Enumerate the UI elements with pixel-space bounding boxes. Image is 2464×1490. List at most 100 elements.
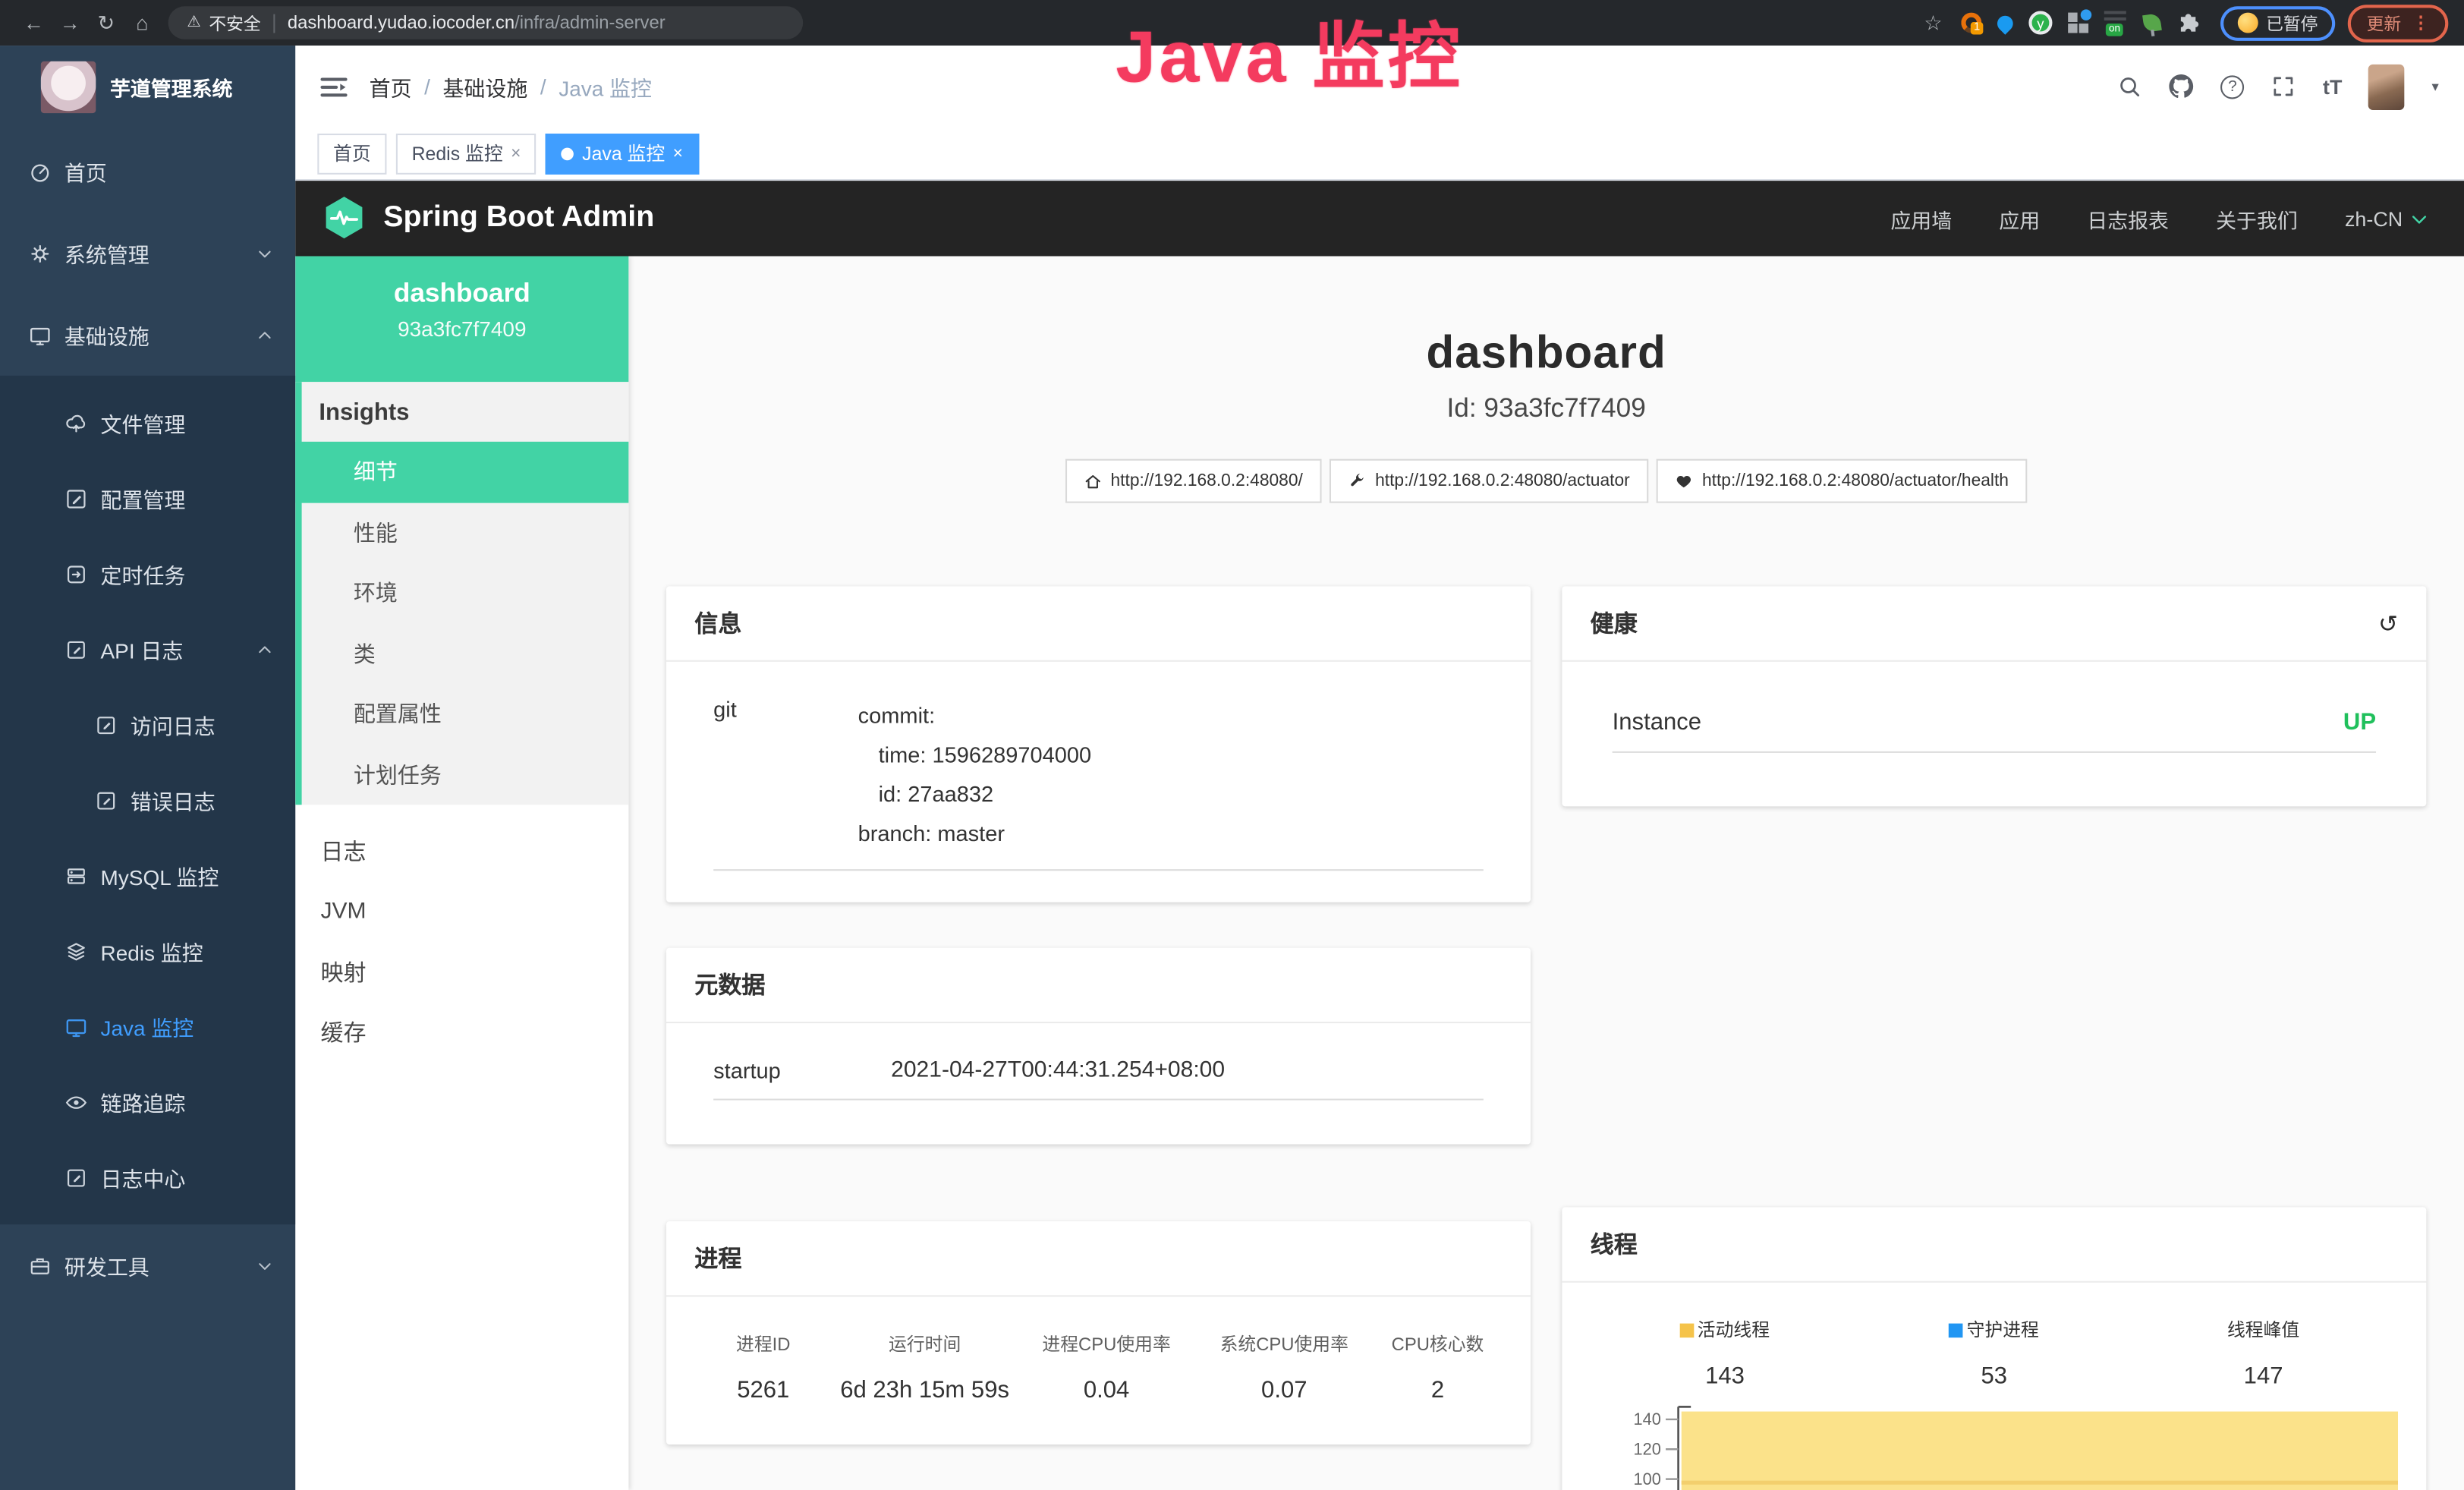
sba-nav-journal[interactable]: 日志报表	[2087, 203, 2169, 233]
active-dot-icon	[562, 147, 574, 160]
sba-item-logs[interactable]: 日志	[295, 821, 628, 881]
sidebar-item-system-management[interactable]: 系统管理	[0, 213, 295, 295]
server-icon	[65, 864, 88, 887]
sidebar-item-config-management[interactable]: 配置管理	[0, 461, 295, 536]
browser-back-icon[interactable]: ←	[16, 0, 52, 46]
sidebar-item-infrastructure[interactable]: 基础设施	[0, 294, 295, 376]
instance-name: dashboard	[295, 279, 628, 310]
sidebar-item-dev-tools[interactable]: 研发工具	[0, 1224, 295, 1306]
help-icon[interactable]: ?	[2220, 74, 2244, 98]
sba-item-environment[interactable]: 环境	[295, 562, 628, 623]
extension-on-badge: on	[2106, 24, 2123, 36]
extension-pin-icon[interactable]	[1994, 11, 2016, 33]
extension-switch-icon[interactable]: on	[2104, 11, 2128, 34]
sidebar-item-label: 链路追踪	[101, 1086, 186, 1117]
system-cpu-value: 0.07	[1195, 1377, 1373, 1403]
breadcrumb-infrastructure[interactable]: 基础设施	[442, 71, 527, 102]
sidebar-item-log-center[interactable]: 日志中心	[0, 1139, 295, 1214]
sba-item-caches[interactable]: 缓存	[295, 1002, 628, 1063]
sba-item-classes[interactable]: 类	[295, 623, 628, 684]
paused-badge-label: 已暂停	[2266, 10, 2318, 35]
sidebar-item-api-logs[interactable]: API 日志	[0, 612, 295, 687]
extension-leaf-icon[interactable]	[2142, 13, 2162, 33]
sidebar-item-mysql-monitor[interactable]: MySQL 监控	[0, 838, 295, 913]
sba-nav-applications[interactable]: 应用	[1999, 203, 2040, 233]
kebab-menu-icon[interactable]: ⋮	[2412, 13, 2430, 33]
live-threads-label[interactable]: 活动线程	[1698, 1322, 1770, 1341]
browser-forward-icon[interactable]: →	[52, 0, 88, 46]
tab-java-monitor[interactable]: Java 监控 ×	[546, 133, 699, 174]
sba-sidebar: dashboard 93a3fc7f7409 Insights 细节 性能 环境…	[295, 257, 628, 1490]
sba-item-jvm[interactable]: JVM	[295, 881, 628, 942]
github-icon[interactable]	[2169, 74, 2194, 99]
sidebar-item-access-logs[interactable]: 访问日志	[0, 687, 295, 762]
app-logo-row[interactable]: 芋道管理系统	[0, 46, 295, 115]
sba-item-scheduled-tasks[interactable]: 计划任务	[295, 745, 628, 805]
cpu-cores-value: 2	[1373, 1377, 1502, 1403]
search-icon[interactable]	[2117, 74, 2142, 99]
breadcrumb-home[interactable]: 首页	[370, 71, 412, 102]
chevron-up-icon	[256, 326, 274, 344]
address-bar[interactable]: ⚠ 不安全 dashboard.yudao.iocoder.cn /infra/…	[168, 6, 804, 39]
bookmark-star-icon[interactable]: ☆	[1924, 10, 1942, 35]
sidebar-item-label: 首页	[65, 156, 107, 187]
service-url-button[interactable]: http://192.168.0.2:48080/	[1065, 459, 1321, 503]
url-host[interactable]: dashboard.yudao.iocoder.cn	[288, 14, 515, 33]
browser-reload-icon[interactable]: ↻	[88, 0, 124, 46]
avatar-caret-icon[interactable]: ▾	[2431, 78, 2438, 96]
locale-selector[interactable]: zh-CN	[2345, 206, 2429, 230]
sidebar-item-home[interactable]: 首页	[0, 131, 295, 213]
actuator-url-button[interactable]: http://192.168.0.2:48080/actuator	[1330, 459, 1649, 503]
row-divider	[1613, 751, 2376, 753]
update-button[interactable]: 更新 ⋮	[2348, 4, 2449, 42]
sba-item-config-props[interactable]: 配置属性	[295, 684, 628, 745]
sidebar-item-redis-monitor[interactable]: Redis 监控	[0, 913, 295, 988]
threads-card: 线程 活动线程 143 守护进程	[1562, 1207, 2426, 1490]
sidebar-item-scheduled-jobs[interactable]: 定时任务	[0, 536, 295, 611]
sba-item-performance[interactable]: 性能	[295, 502, 628, 563]
sidebar-item-label: API 日志	[101, 634, 184, 665]
tab-label: 首页	[333, 140, 371, 166]
sba-content: dashboard Id: 93a3fc7f7409 http://192.16…	[628, 257, 2464, 1490]
history-icon[interactable]: ↺	[2378, 609, 2398, 637]
not-secure-label[interactable]: 不安全	[209, 10, 260, 35]
sba-instance-header[interactable]: dashboard 93a3fc7f7409	[295, 257, 628, 383]
instance-links: http://192.168.0.2:48080/ http://192.168…	[628, 459, 2464, 503]
sidebar-item-file-management[interactable]: 文件管理	[0, 385, 295, 460]
sba-item-mappings[interactable]: 映射	[295, 941, 628, 1002]
sidebar-item-java-monitor[interactable]: Java 监控	[0, 989, 295, 1064]
gauge-icon	[28, 159, 52, 183]
peak-threads-label[interactable]: 线程峰值	[2227, 1322, 2299, 1341]
close-icon[interactable]: ×	[511, 143, 521, 162]
sidebar-item-error-logs[interactable]: 错误日志	[0, 762, 295, 837]
hamburger-icon[interactable]	[320, 74, 347, 98]
extension-grid-icon[interactable]	[2068, 13, 2088, 33]
tab-redis-monitor[interactable]: Redis 监控 ×	[396, 133, 537, 174]
sba-nav-about[interactable]: 关于我们	[2216, 203, 2298, 233]
sba-brand[interactable]: Spring Boot Admin	[383, 201, 654, 236]
instance-id-line: Id: 93a3fc7f7409	[628, 393, 2464, 424]
update-button-label: 更新	[2367, 10, 2402, 35]
status-badge: UP	[2343, 709, 2376, 736]
extension-orange-icon[interactable]: 1	[1961, 13, 1981, 33]
font-size-icon[interactable]: tT	[2323, 74, 2342, 98]
daemon-threads-label[interactable]: 守护进程	[1967, 1322, 2039, 1341]
paused-badge[interactable]: 已暂停	[2220, 5, 2335, 40]
threads-chart: 140 120 100	[1591, 1403, 2398, 1490]
breadcrumb: 首页 / 基础设施 / Java 监控	[370, 71, 652, 102]
sba-nav-wallboard[interactable]: 应用墙	[1890, 203, 1952, 233]
threads-card-title: 线程	[1591, 1227, 1638, 1260]
tab-home[interactable]: 首页	[317, 133, 386, 174]
extensions-puzzle-icon[interactable]	[2176, 11, 2200, 34]
browser-home-icon[interactable]: ⌂	[124, 0, 161, 46]
sidebar-item-label: Java 监控	[101, 1011, 194, 1042]
health-url-button[interactable]: http://192.168.0.2:48080/actuator/health	[1657, 459, 2028, 503]
user-avatar[interactable]	[2369, 64, 2406, 109]
extension-youdao-icon[interactable]: y	[2028, 11, 2052, 34]
url-path[interactable]: /infra/admin-server	[515, 14, 666, 33]
close-icon[interactable]: ×	[673, 143, 683, 162]
sidebar-item-trace[interactable]: 链路追踪	[0, 1064, 295, 1139]
area-inner-band	[1682, 1481, 2398, 1485]
fullscreen-icon[interactable]	[2271, 74, 2296, 99]
sba-item-details[interactable]: 细节	[295, 442, 628, 502]
